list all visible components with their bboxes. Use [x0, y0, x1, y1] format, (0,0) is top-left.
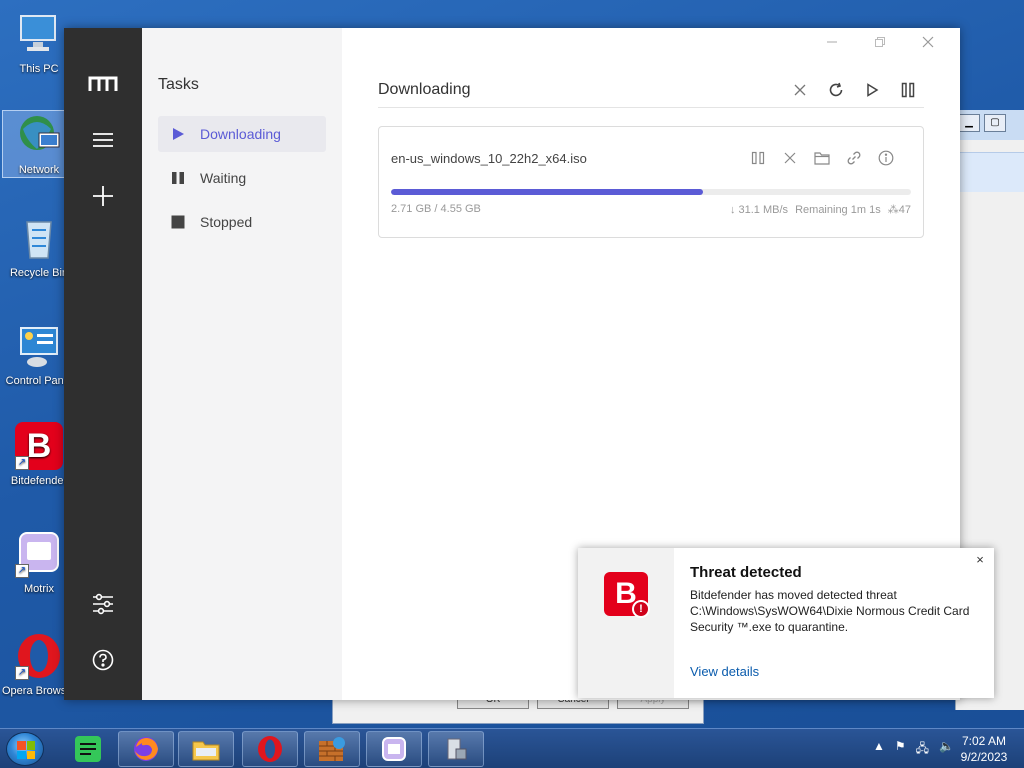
action-center-flag-icon[interactable]: ⚑: [895, 739, 906, 760]
background-window-strip: [956, 152, 1024, 192]
network-globe-icon: [15, 111, 63, 159]
taskbar-file-explorer[interactable]: [178, 731, 234, 767]
task-progress-fill: [391, 189, 703, 195]
task-actions: [749, 149, 911, 167]
pause-all-button[interactable]: [896, 78, 920, 102]
start-button[interactable]: [6, 732, 44, 766]
resume-all-button[interactable]: [860, 78, 884, 102]
taskbar-firewall[interactable]: [304, 731, 360, 767]
network-tray-icon[interactable]: 🖧: [916, 739, 929, 760]
alert-badge-icon: !: [632, 600, 650, 618]
view-details-link[interactable]: View details: [690, 664, 759, 679]
tasks-sidebar: Tasks Downloading Waiting Stopped: [142, 28, 342, 700]
device-icon: [447, 738, 467, 760]
refresh-button[interactable]: [824, 78, 848, 102]
task-item[interactable]: en-us_windows_10_22h2_x64.iso 2.71 GB / …: [378, 126, 924, 238]
motrix-icon: ↗: [15, 530, 63, 578]
control-panel-icon: [15, 322, 63, 370]
sidebar-item-stopped[interactable]: Stopped: [158, 204, 326, 240]
volume-icon[interactable]: 🔈: [939, 739, 954, 760]
taskbar-opera[interactable]: [242, 731, 298, 767]
task-pause-icon[interactable]: [749, 149, 767, 167]
opera-icon: ↗: [15, 632, 63, 680]
tray-overflow-icon[interactable]: ▲: [873, 739, 885, 760]
sidebar-item-label: Stopped: [200, 214, 253, 230]
add-task-icon[interactable]: [83, 176, 123, 216]
spotify-icon: [75, 736, 101, 762]
notification-close-icon[interactable]: ×: [972, 552, 988, 568]
sidebar-item-label: Downloading: [200, 126, 281, 142]
shortcut-arrow-icon: ↗: [15, 666, 29, 680]
shortcut-arrow-icon: ↗: [15, 456, 29, 470]
taskbar-device[interactable]: [428, 731, 484, 767]
notification-icon-area: B !: [578, 548, 674, 698]
close-button[interactable]: [906, 32, 950, 52]
task-stats: ↓ 31.1 MB/s Remaining 1m 1s ⁂47: [726, 203, 911, 216]
firewall-icon: [319, 737, 345, 761]
bg-maximize-button[interactable]: ▢: [984, 114, 1006, 132]
sidebar-item-label: Waiting: [200, 170, 247, 186]
task-remaining: Remaining 1m 1s: [795, 204, 881, 216]
maximize-button[interactable]: [858, 32, 902, 52]
pause-icon: [170, 170, 186, 186]
windows-logo-icon: [17, 741, 35, 759]
help-icon[interactable]: [83, 640, 123, 680]
stop-icon: [170, 214, 186, 230]
system-tray: ▲ ⚑ 🖧 🔈: [873, 739, 954, 760]
motrix-rail: [64, 28, 142, 700]
shortcut-arrow-icon: ↗: [15, 564, 29, 578]
task-size: 2.71 GB / 4.55 GB: [391, 203, 481, 215]
task-progress-bar: [391, 189, 911, 195]
task-link-icon[interactable]: [845, 149, 863, 167]
connections-icon: ⁂: [887, 204, 899, 216]
sidebar-item-waiting[interactable]: Waiting: [158, 160, 326, 196]
file-explorer-icon: [192, 741, 220, 761]
window-controls: [810, 32, 950, 52]
delete-all-button[interactable]: [788, 78, 812, 102]
sidebar-item-downloading[interactable]: Downloading: [158, 116, 326, 152]
task-connections: 47: [898, 204, 911, 216]
computer-icon: [15, 10, 63, 58]
task-info-icon[interactable]: [877, 149, 895, 167]
task-folder-icon[interactable]: [813, 149, 831, 167]
task-speed: ↓ 31.1 MB/s: [729, 204, 789, 216]
task-delete-icon[interactable]: [781, 149, 799, 167]
notification-message: Bitdefender has moved detected threat C:…: [690, 588, 970, 634]
task-filename: en-us_windows_10_22h2_x64.iso: [391, 150, 587, 166]
minimize-button[interactable]: [810, 32, 854, 52]
threat-notification: B ! Threat detected Bitdefender has move…: [578, 548, 994, 698]
list-header: Downloading: [378, 72, 924, 108]
bg-minimize-button[interactable]: ▁: [958, 114, 980, 132]
play-icon: [170, 126, 186, 142]
clock-date: 9/2/2023: [960, 750, 1008, 764]
firefox-icon: [134, 737, 158, 761]
notification-title: Threat detected: [690, 564, 802, 581]
taskbar-spotify[interactable]: [60, 731, 116, 767]
header-actions: [788, 78, 924, 102]
opera-icon: [258, 736, 282, 762]
motrix-icon: [382, 737, 406, 761]
taskbar-clock[interactable]: 7:02 AM 9/2/2023: [954, 733, 1014, 765]
motrix-logo-icon[interactable]: [83, 64, 123, 104]
clock-time: 7:02 AM: [961, 734, 1007, 748]
bitdefender-icon: B ↗: [15, 422, 63, 470]
recycle-bin-icon: [15, 214, 63, 262]
background-window-titlebar: ▁ ▢: [956, 110, 1024, 140]
sidebar-title: Tasks: [158, 76, 199, 93]
preferences-icon[interactable]: [83, 584, 123, 624]
taskbar: ▲ ⚑ 🖧 🔈 7:02 AM 9/2/2023: [0, 728, 1024, 768]
menu-icon[interactable]: [83, 120, 123, 160]
taskbar-firefox[interactable]: [118, 731, 174, 767]
taskbar-motrix[interactable]: [366, 731, 422, 767]
page-title: Downloading: [378, 80, 471, 98]
